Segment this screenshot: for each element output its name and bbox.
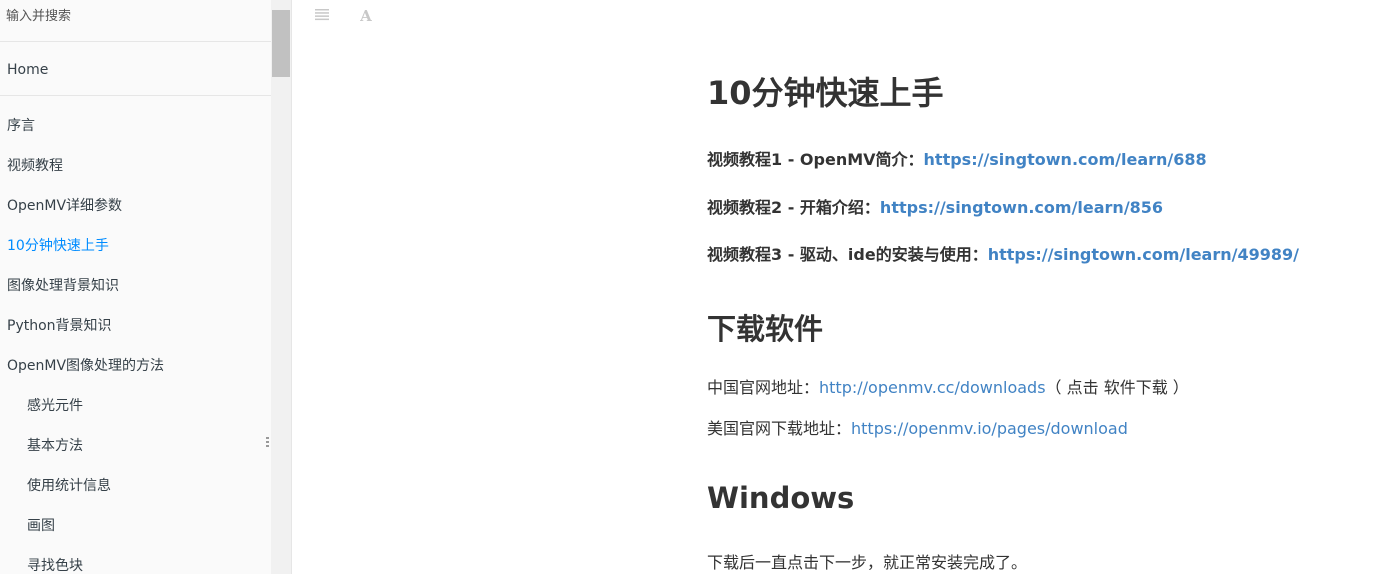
sidebar-item-video-tutorial[interactable]: 视频教程: [7, 155, 63, 175]
video-line-3: 视频教程3 - 驱动、ide的安装与使用：https://singtown.co…: [707, 245, 1299, 264]
windows-heading: Windows: [707, 481, 855, 515]
sidebar-item-drawing[interactable]: 画图: [27, 515, 55, 535]
toc-toggle-button[interactable]: [312, 6, 332, 26]
scroll-up-area[interactable]: [271, 0, 291, 10]
sidebar-item-basic-methods[interactable]: 基本方法: [27, 435, 83, 455]
sidebar-scrollbar[interactable]: [271, 0, 291, 574]
us-download-line: 美国官网下载地址：https://openmv.io/pages/downloa…: [707, 419, 1128, 438]
video-link-3[interactable]: https://singtown.com/learn/49989/: [988, 245, 1299, 264]
sidebar-item-image-methods[interactable]: OpenMV图像处理的方法: [7, 355, 164, 375]
cn-download-line: 中国官网地址：http://openmv.cc/downloads（ 点击 软件…: [707, 378, 1189, 397]
sidebar-item-statistics[interactable]: 使用统计信息: [27, 475, 111, 495]
sidebar-item-openmv-specs[interactable]: OpenMV详细参数: [7, 195, 122, 215]
search-input[interactable]: [6, 6, 261, 26]
sidebar-item-find-blobs[interactable]: 寻找色块: [27, 555, 83, 574]
sidebar-item-image-processing-basics[interactable]: 图像处理背景知识: [7, 275, 119, 295]
sidebar-item-home[interactable]: Home: [7, 62, 48, 78]
sidebar-item-quick-start[interactable]: 10分钟快速上手: [7, 235, 109, 255]
video-line-1: 视频教程1 - OpenMV简介：https://singtown.com/le…: [707, 150, 1207, 169]
sidebar-divider: [291, 0, 292, 574]
list-icon: [315, 9, 329, 21]
video-link-2[interactable]: https://singtown.com/learn/856: [880, 198, 1163, 217]
windows-instructions: 下载后一直点击下一步，就正常安装完成了。: [707, 553, 1028, 572]
video-line-2: 视频教程2 - 开箱介绍：https://singtown.com/learn/…: [707, 198, 1164, 217]
sidebar: Home 序言 视频教程 OpenMV详细参数 10分钟快速上手 图像处理背景知…: [0, 0, 271, 574]
search-box: [0, 0, 271, 42]
download-heading: 下载软件: [707, 312, 824, 346]
us-download-link[interactable]: https://openmv.io/pages/download: [851, 419, 1128, 438]
page-title: 10分钟快速上手: [707, 74, 944, 112]
video-link-1[interactable]: https://singtown.com/learn/688: [924, 150, 1207, 169]
cn-download-link[interactable]: http://openmv.cc/downloads: [819, 378, 1046, 397]
sidebar-item-sensor[interactable]: 感光元件: [27, 395, 83, 415]
nav-home-section: Home: [0, 42, 271, 96]
sidebar-item-python-basics[interactable]: Python背景知识: [7, 315, 112, 335]
scroll-thumb[interactable]: [272, 10, 290, 77]
font-settings-button[interactable]: A: [356, 6, 376, 26]
resize-grip-icon[interactable]: [266, 437, 269, 449]
font-settings-icon: A: [360, 7, 372, 25]
sidebar-item-preface[interactable]: 序言: [7, 115, 35, 135]
